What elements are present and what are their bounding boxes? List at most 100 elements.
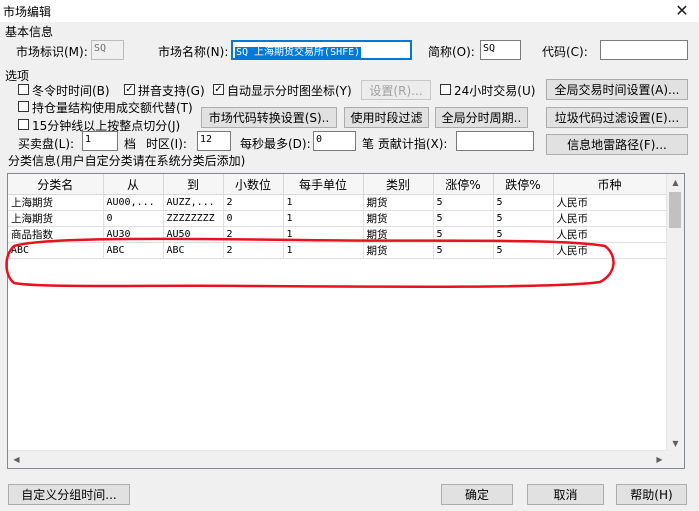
- pinyin-label: 拼音支持(G): [138, 84, 205, 98]
- table-cell: 人民币: [553, 226, 667, 243]
- table-cell: ABC: [8, 242, 104, 259]
- table-row[interactable]: 上海期货 0 ZZZZZZZZ 0 1 期货 5 5 人民币: [8, 210, 667, 227]
- column-header[interactable]: 跌停%: [493, 174, 554, 195]
- table-row[interactable]: ABC ABC ABC 2 1 期货 5 5 人民币: [8, 242, 667, 259]
- settings-button[interactable]: 设置(R)...: [361, 80, 431, 100]
- column-header[interactable]: 涨停%: [433, 174, 494, 195]
- per-second-label: 每秒最多(D):: [240, 137, 311, 151]
- table-cell: 人民币: [553, 242, 667, 259]
- table-cell: 5: [433, 210, 494, 227]
- per-second-field[interactable]: 0: [313, 131, 356, 151]
- market-code-convert-button[interactable]: 市场代码转换设置(S)..: [201, 107, 337, 128]
- junk-code-filter-button[interactable]: 垃圾代码过滤设置(E)...: [546, 107, 688, 128]
- code-field[interactable]: [600, 40, 688, 60]
- global-minute-button[interactable]: 全局分时周期..: [435, 107, 528, 128]
- ok-button[interactable]: 确定: [441, 484, 513, 505]
- table-cell: 1: [283, 242, 364, 259]
- auto-minute-label: 自动显示分时图坐标(Y): [227, 84, 352, 98]
- table-cell: 5: [493, 226, 554, 243]
- market-id-field[interactable]: SQ: [91, 40, 124, 60]
- table-cell: 1: [283, 210, 364, 227]
- holding-turnover-checkbox[interactable]: [18, 101, 29, 112]
- scroll-left-icon[interactable]: ◀: [8, 451, 25, 468]
- table-cell: ABC: [103, 242, 164, 259]
- table-cell: 上海期货: [8, 210, 104, 227]
- help-button[interactable]: 帮助(H): [616, 484, 687, 505]
- table-cell: 5: [493, 194, 554, 211]
- options-section-label: 选项: [5, 69, 30, 83]
- market-name-field[interactable]: SQ 上海期货交易所(SHFE): [231, 40, 412, 60]
- column-header[interactable]: 小数位: [223, 174, 284, 195]
- table-cell: 期货: [363, 226, 434, 243]
- table-cell: 0: [103, 210, 164, 227]
- contrib-field[interactable]: [456, 131, 534, 151]
- scroll-down-icon[interactable]: ▼: [667, 435, 684, 452]
- market-id-label: 市场标识(M):: [16, 45, 88, 59]
- column-header[interactable]: 到: [163, 174, 224, 195]
- market-name-label: 市场名称(N):: [158, 45, 229, 59]
- category-grid: 分类名 从 到 小数位 每手单位 类别 涨停% 跌停% 币种 上海期货 AU00…: [8, 174, 667, 259]
- table-header-row: 分类名 从 到 小数位 每手单位 类别 涨停% 跌停% 币种: [8, 174, 667, 195]
- bidask-label: 买卖盘(L):: [18, 137, 75, 151]
- table-cell: 5: [433, 226, 494, 243]
- table-cell: AUZZ,...: [163, 194, 224, 211]
- custom-group-time-button[interactable]: 自定义分组时间...: [8, 484, 130, 505]
- table-cell: AU00,...: [103, 194, 164, 211]
- winter-time-label: 冬令时时间(B): [32, 84, 110, 98]
- trade-24h-label: 24小时交易(U): [454, 84, 536, 98]
- timezone-label: 时区(I):: [146, 137, 187, 151]
- table-cell: 人民币: [553, 210, 667, 227]
- horizontal-scrollbar[interactable]: ◀ ▶: [8, 450, 668, 468]
- table-cell: ZZZZZZZZ: [163, 210, 224, 227]
- column-header[interactable]: 类别: [363, 174, 434, 195]
- table-cell: 上海期货: [8, 194, 104, 211]
- table-cell: 5: [493, 242, 554, 259]
- table-cell: 5: [433, 194, 494, 211]
- column-header[interactable]: 分类名: [8, 174, 104, 195]
- category-table[interactable]: 分类名 从 到 小数位 每手单位 类别 涨停% 跌停% 币种 上海期货 AU00…: [7, 173, 685, 469]
- column-header[interactable]: 从: [103, 174, 164, 195]
- table-cell: ABC: [163, 242, 224, 259]
- pinyin-checkbox[interactable]: ✓: [124, 84, 135, 95]
- auto-minute-checkbox[interactable]: ✓: [213, 84, 224, 95]
- radar-path-button[interactable]: 信息地雷路径(F)...: [546, 134, 688, 155]
- table-row[interactable]: 上海期货 AU00,... AUZZ,... 2 1 期货 5 5 人民币: [8, 194, 667, 211]
- table-cell: 5: [493, 210, 554, 227]
- contrib-label: 笔 贡献计指(X):: [362, 137, 448, 151]
- level-label: 档: [124, 137, 137, 151]
- scroll-thumb[interactable]: [669, 192, 681, 228]
- close-icon[interactable]: ✕: [665, 0, 699, 22]
- scroll-right-icon[interactable]: ▶: [651, 451, 668, 468]
- cancel-button[interactable]: 取消: [527, 484, 604, 505]
- table-row[interactable]: 商品指数 AU30 AU50 2 1 期货 5 5 人民币: [8, 226, 667, 243]
- table-cell: 2: [223, 226, 284, 243]
- table-cell: AU30: [103, 226, 164, 243]
- time-filter-button[interactable]: 使用时段过滤: [344, 107, 429, 128]
- timezone-field[interactable]: 12: [197, 131, 231, 151]
- scroll-up-icon[interactable]: ▲: [667, 174, 684, 191]
- table-cell: 2: [223, 242, 284, 259]
- basic-info-section-label: 基本信息: [5, 25, 54, 39]
- global-trade-time-button[interactable]: 全局交易时间设置(A)...: [546, 79, 688, 100]
- bidask-field[interactable]: 1: [82, 131, 118, 151]
- table-cell: 期货: [363, 210, 434, 227]
- table-cell: 1: [283, 194, 364, 211]
- table-cell: 0: [223, 210, 284, 227]
- table-cell: 期货: [363, 194, 434, 211]
- column-header[interactable]: 每手单位: [283, 174, 364, 195]
- table-cell: 5: [433, 242, 494, 259]
- table-cell: 1: [283, 226, 364, 243]
- winter-time-checkbox[interactable]: [18, 84, 29, 95]
- market-name-value: SQ 上海期货交易所(SHFE): [235, 47, 362, 58]
- vertical-scrollbar[interactable]: ▲ ▼: [666, 174, 684, 452]
- column-header[interactable]: 币种: [553, 174, 667, 195]
- fifteen-min-checkbox[interactable]: [18, 119, 29, 130]
- window-title: 市场编辑: [3, 5, 52, 19]
- trade-24h-checkbox[interactable]: [440, 84, 451, 95]
- table-cell: 2: [223, 194, 284, 211]
- title-bar: 市场编辑 ✕: [0, 0, 699, 22]
- scrollbar-corner: [667, 451, 684, 468]
- table-cell: 期货: [363, 242, 434, 259]
- category-section-label: 分类信息(用户自定分类请在系统分类后添加): [8, 154, 246, 168]
- short-name-field[interactable]: SQ: [480, 40, 521, 60]
